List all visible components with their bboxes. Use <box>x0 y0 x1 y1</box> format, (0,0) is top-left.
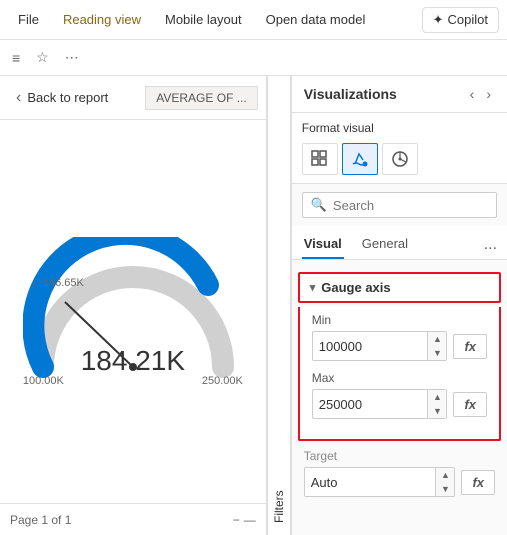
back-to-report-button[interactable]: ‹ Back to report <box>8 85 116 111</box>
format-section: Format visual <box>292 113 507 184</box>
min-spin-up[interactable]: ▲ <box>428 332 446 346</box>
max-label: Max <box>312 371 487 385</box>
gauge-container: 146.65K 184.21K 100.00K 250.00K <box>23 237 243 387</box>
search-input[interactable] <box>333 198 488 213</box>
back-arrow-icon: ‹ <box>16 89 21 107</box>
search-box: 🔍 <box>302 192 497 218</box>
left-panel: ‹ Back to report AVERAGE OF ... 146.65K <box>0 76 267 535</box>
tab-general[interactable]: General <box>360 230 410 259</box>
hamburger-icon[interactable]: ≡ <box>8 46 24 70</box>
filters-sidebar[interactable]: Filters <box>267 76 291 535</box>
gauge-needle-value: 146.65K <box>43 277 84 289</box>
format-paint-button[interactable] <box>342 143 378 175</box>
target-label: Target <box>304 445 495 463</box>
gauge-max: 250.00K <box>202 375 243 387</box>
paint-icon <box>351 150 369 168</box>
gauge-axis-section-body: Min ▲ ▼ fx Max <box>298 307 501 441</box>
visualizations-title: Visualizations <box>304 86 397 102</box>
gauge-value: 184.21K <box>81 345 185 377</box>
target-spin-down[interactable]: ▼ <box>436 482 454 496</box>
min-field-row: Min ▲ ▼ fx <box>312 313 487 361</box>
target-section: Target ▲ ▼ fx <box>292 445 507 505</box>
max-field-row: Max ▲ ▼ fx <box>312 371 487 419</box>
max-spin-up[interactable]: ▲ <box>428 390 446 404</box>
menu-file[interactable]: File <box>8 8 49 31</box>
menu-mobile-layout[interactable]: Mobile layout <box>155 8 252 31</box>
page-tab[interactable]: AVERAGE OF ... <box>145 86 257 110</box>
menu-reading-view[interactable]: Reading view <box>53 8 151 31</box>
footer-right: − — <box>233 513 256 527</box>
max-fx-button[interactable]: fx <box>453 392 487 417</box>
target-input-row: ▲ ▼ fx <box>304 467 495 497</box>
min-spin-down[interactable]: ▼ <box>428 346 446 360</box>
gauge-area: 146.65K 184.21K 100.00K 250.00K <box>0 120 266 503</box>
back-label: Back to report <box>27 90 108 105</box>
min-input-wrap: ▲ ▼ <box>312 331 448 361</box>
format-grid-button[interactable] <box>302 143 338 175</box>
menu-open-data-model[interactable]: Open data model <box>256 8 376 31</box>
max-input-row: ▲ ▼ fx <box>312 389 487 419</box>
target-spinner: ▲ ▼ <box>435 468 454 496</box>
visualizations-header: Visualizations ‹ › <box>292 76 507 113</box>
min-input-row: ▲ ▼ fx <box>312 331 487 361</box>
content-area: ‹ Back to report AVERAGE OF ... 146.65K <box>0 76 507 535</box>
section-chevron-icon: ▾ <box>310 281 316 294</box>
viz-nav: ‹ › <box>466 84 495 104</box>
min-label: Min <box>312 313 487 327</box>
menu-bar: File Reading view Mobile layout Open dat… <box>0 0 507 40</box>
copilot-button[interactable]: ✦ Copilot <box>422 7 499 33</box>
back-header: ‹ Back to report AVERAGE OF ... <box>0 76 266 120</box>
max-spinner: ▲ ▼ <box>427 390 446 418</box>
format-analytics-button[interactable] <box>382 143 418 175</box>
target-fx-button[interactable]: fx <box>461 470 495 495</box>
max-input[interactable] <box>313 392 428 417</box>
max-spin-down[interactable]: ▼ <box>428 404 446 418</box>
min-fx-button[interactable]: fx <box>453 334 487 359</box>
max-input-wrap: ▲ ▼ <box>312 389 448 419</box>
viz-tabs: Visual General ... <box>292 226 507 260</box>
gauge-axis-section-header[interactable]: ▾ Gauge axis <box>298 272 501 303</box>
toolbar: ≡ ☆ ⋯ <box>0 40 507 76</box>
format-label: Format visual <box>302 121 497 135</box>
format-icons <box>302 143 497 175</box>
analytics-icon <box>391 150 409 168</box>
zoom-bar-icon: — <box>244 513 256 527</box>
tabs-more-button[interactable]: ... <box>484 236 497 254</box>
gauge-min: 100.00K <box>23 375 64 387</box>
more-options-icon[interactable]: ⋯ <box>61 45 83 70</box>
viz-nav-prev[interactable]: ‹ <box>466 84 479 104</box>
page-info: Page 1 of 1 <box>10 513 71 527</box>
zoom-out-icon[interactable]: − <box>233 513 240 527</box>
target-input-wrap: ▲ ▼ <box>304 467 456 497</box>
search-icon: 🔍 <box>311 197 327 213</box>
gauge-axis-label: Gauge axis <box>321 280 390 295</box>
panel-content: ▾ Gauge axis Min ▲ ▼ f <box>292 260 507 535</box>
filters-label: Filters <box>272 490 286 523</box>
min-input[interactable] <box>313 334 428 359</box>
grid-icon <box>311 150 329 168</box>
page-footer: Page 1 of 1 − — <box>0 503 266 535</box>
copilot-icon: ✦ <box>433 12 444 28</box>
right-panel: Visualizations ‹ › Format visual <box>291 76 507 535</box>
viz-nav-next[interactable]: › <box>482 84 495 104</box>
target-spin-up[interactable]: ▲ <box>436 468 454 482</box>
target-input[interactable] <box>305 470 436 495</box>
min-spinner: ▲ ▼ <box>427 332 446 360</box>
copilot-label: Copilot <box>448 12 488 27</box>
pin-icon[interactable]: ☆ <box>32 45 53 70</box>
tab-visual[interactable]: Visual <box>302 230 344 259</box>
